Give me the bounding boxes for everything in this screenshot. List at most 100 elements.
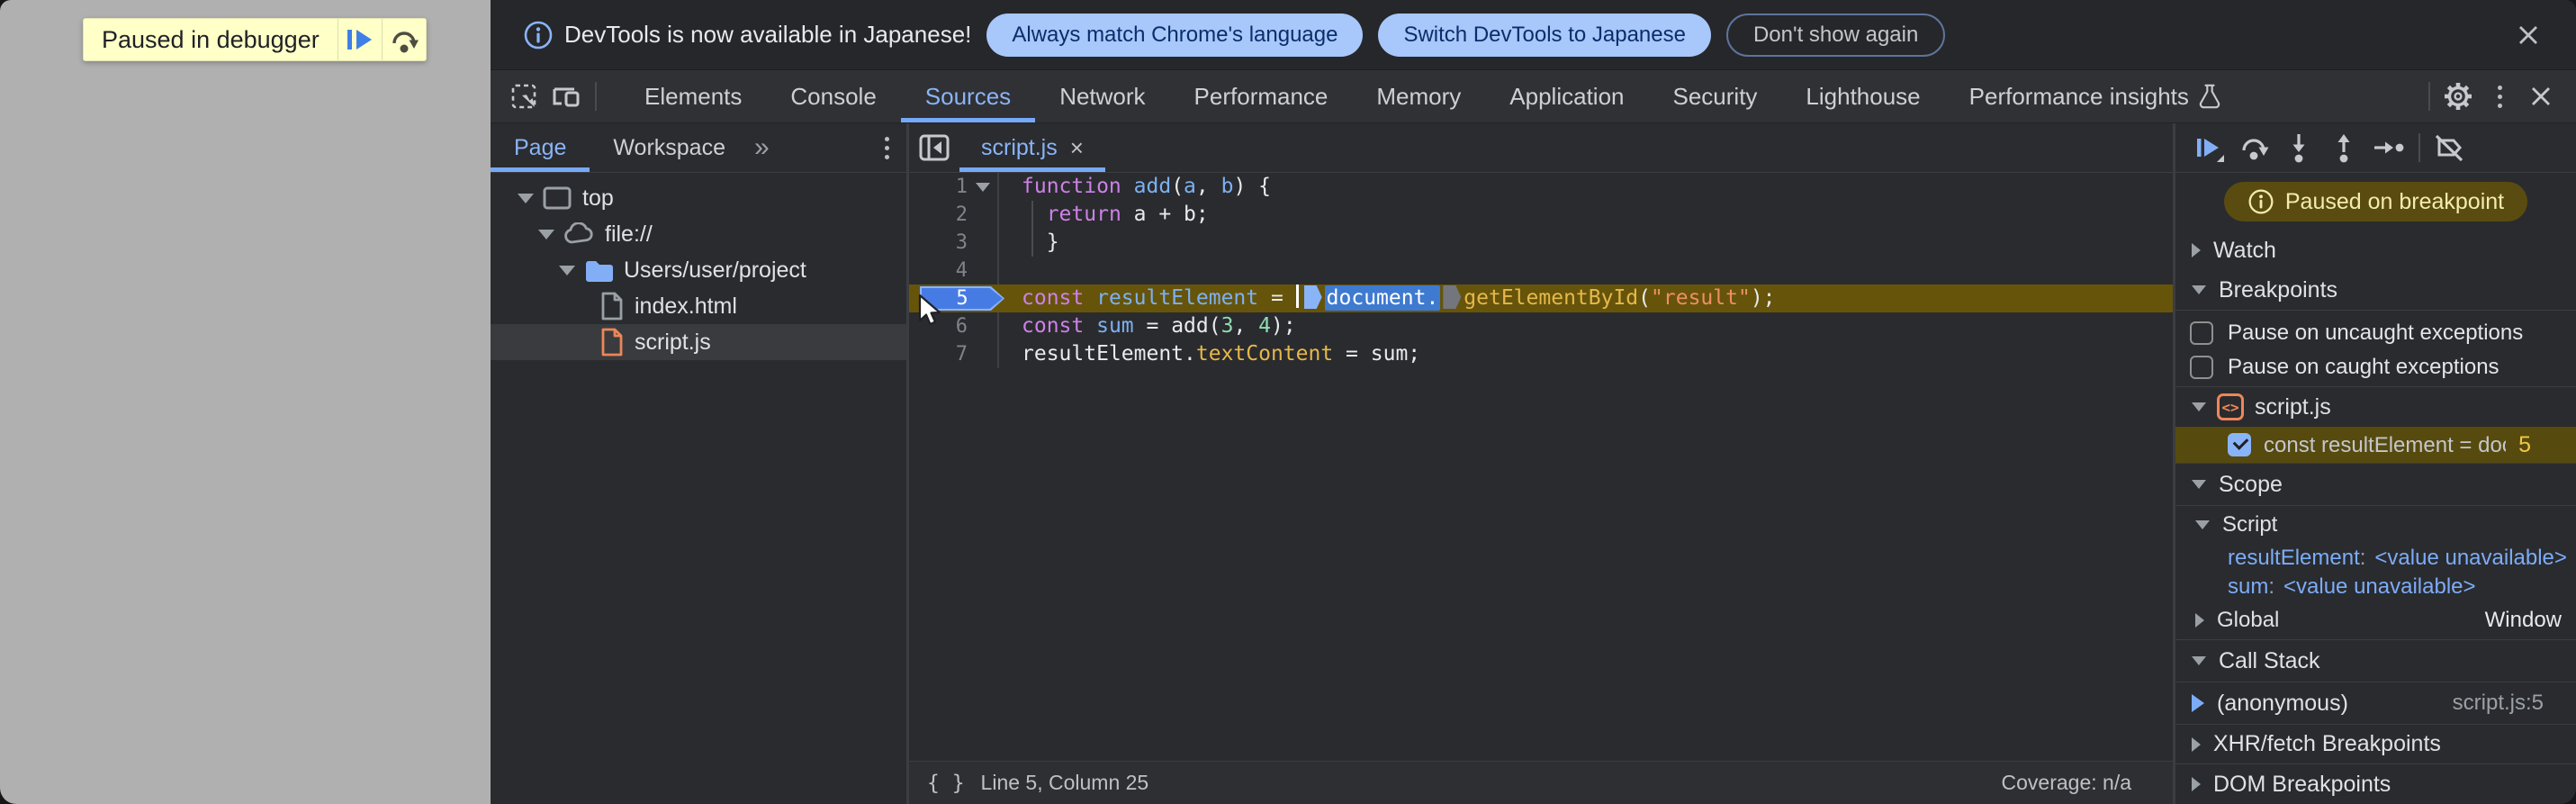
pause-caught-exceptions-row[interactable]: Pause on caught exceptions <box>2175 350 2576 384</box>
expand-arrow-icon[interactable] <box>538 229 554 239</box>
more-tabs-button[interactable]: » <box>749 123 775 172</box>
tab-memory[interactable]: Memory <box>1352 70 1485 122</box>
collapse-arrow-icon <box>2195 520 2210 529</box>
editor-tab-script-js[interactable]: script.js × <box>959 123 1105 172</box>
breakpoint-checkbox[interactable] <box>2228 433 2251 456</box>
notification-bar: DevTools is now available in Japanese! A… <box>491 0 2576 70</box>
expand-arrow-icon[interactable] <box>559 265 575 276</box>
code-line-7[interactable]: 7 resultElement.textContent = sum; <box>909 340 2173 368</box>
tree-item-file-protocol[interactable]: file:// <box>491 216 906 252</box>
editor-tab-bar: script.js × <box>909 123 2173 173</box>
collapse-arrow-icon <box>2192 736 2201 752</box>
dont-show-again-button[interactable]: Don't show again <box>1725 13 1946 57</box>
tree-item-project-folder[interactable]: Users/user/project <box>491 252 906 288</box>
collapse-arrow-icon <box>2192 777 2201 791</box>
debugger-sidebar: Paused on breakpoint Watch Breakpoints P… <box>2175 123 2576 804</box>
code-line-1[interactable]: 1 function add(a, b) { <box>909 173 2173 201</box>
step-over-button[interactable] <box>2235 129 2273 167</box>
deactivate-breakpoints-icon <box>2435 134 2463 162</box>
tab-security[interactable]: Security <box>1649 70 1782 122</box>
navigator-menu-button[interactable] <box>867 123 906 172</box>
section-xhr-breakpoints[interactable]: XHR/fetch Breakpoints <box>2175 725 2576 763</box>
code-line-6[interactable]: 6 const sum = add(3, 4); <box>909 312 2173 340</box>
toolbar-divider <box>2418 133 2420 162</box>
navigator-tab-workspace[interactable]: Workspace <box>590 123 749 172</box>
section-breakpoints[interactable]: Breakpoints <box>2175 270 2576 310</box>
inspect-element-button[interactable] <box>505 76 546 117</box>
always-match-language-button[interactable]: Always match Chrome's language <box>986 13 1364 57</box>
code-line-2[interactable]: 2 return a + b; <box>909 201 2173 229</box>
code-line-3[interactable]: 3 } <box>909 229 2173 257</box>
step-into-icon <box>2292 134 2305 163</box>
toolbar-divider <box>595 82 597 111</box>
paused-in-debugger-banner: Paused in debugger <box>83 18 427 61</box>
breakpoint-entry[interactable]: const resultElement = doc⋯ 5 <box>2175 427 2576 463</box>
resume-script-button[interactable] <box>2190 129 2228 167</box>
toggle-device-toolbar-button[interactable] <box>546 76 588 117</box>
pause-uncaught-exceptions-row[interactable]: Pause on uncaught exceptions <box>2175 316 2576 350</box>
collapse-arrow-icon <box>2195 613 2204 628</box>
expand-arrow-icon[interactable] <box>518 193 534 203</box>
pause-uncaught-checkbox[interactable] <box>2190 321 2213 345</box>
scope-var-resultelement[interactable]: resultElement: <value unavailable> <box>2175 544 2576 573</box>
section-dom-breakpoints[interactable]: DOM Breakpoints <box>2175 764 2576 804</box>
fold-arrow-icon[interactable] <box>968 173 999 201</box>
collapse-arrow-icon <box>2192 656 2206 665</box>
main-toolbar: Elements Console Sources Network Perform… <box>491 70 2576 123</box>
tree-item-script-js[interactable]: script.js <box>491 324 906 360</box>
tab-sources[interactable]: Sources <box>900 70 1036 122</box>
file-icon <box>600 292 624 321</box>
section-call-stack[interactable]: Call Stack <box>2175 640 2576 682</box>
paused-on-breakpoint-status: Paused on breakpoint <box>2223 182 2528 221</box>
scope-var-sum[interactable]: sum: <value unavailable> <box>2175 573 2576 601</box>
tree-item-index-html[interactable]: index.html <box>491 288 906 324</box>
breakpoint-group-script-js[interactable]: <> script.js <box>2175 387 2576 427</box>
tab-performance[interactable]: Performance <box>1170 70 1353 122</box>
step-into-button[interactable] <box>2280 129 2318 167</box>
scope-script-group[interactable]: Script <box>2175 506 2576 544</box>
step-out-button[interactable] <box>2325 129 2363 167</box>
active-frame-arrow-icon <box>2192 694 2204 712</box>
collapse-arrow-icon <box>2192 480 2206 489</box>
resume-script-button[interactable] <box>337 19 382 60</box>
navigator-tab-page[interactable]: Page <box>491 123 590 172</box>
info-icon <box>2248 189 2274 214</box>
close-icon <box>2532 87 2550 105</box>
switch-devtools-japanese-button[interactable]: Switch DevTools to Japanese <box>1378 13 1711 57</box>
devtools-menu-button[interactable] <box>2479 76 2520 117</box>
code-line-5-paused[interactable]: 5 const resultElement = document.getElem… <box>909 285 2173 326</box>
tab-lighthouse[interactable]: Lighthouse <box>1781 70 1944 122</box>
section-watch[interactable]: Watch <box>2175 230 2576 270</box>
resume-icon <box>347 30 372 50</box>
step-over-button[interactable] <box>381 19 426 60</box>
tab-performance-insights[interactable]: Performance insights <box>1945 70 2246 122</box>
step-button[interactable] <box>2370 129 2408 167</box>
tab-application[interactable]: Application <box>1485 70 1648 122</box>
main-tab-strip: Elements Console Sources Network Perform… <box>620 70 2246 122</box>
cloud-icon <box>563 222 594 246</box>
tab-elements[interactable]: Elements <box>620 70 766 122</box>
pretty-print-icon[interactable]: { } <box>927 772 965 795</box>
paused-in-debugger-label: Paused in debugger <box>102 25 320 53</box>
navigator-pane: Page Workspace » top file:// Users/user/… <box>491 123 906 804</box>
code-line-4[interactable]: 4 <box>909 257 2173 285</box>
frame-location: script.js:5 <box>2452 691 2544 715</box>
settings-gear-button[interactable] <box>2437 76 2479 117</box>
pause-caught-checkbox[interactable] <box>2190 356 2213 379</box>
frame-icon <box>543 185 572 211</box>
cursor-position: Line 5, Column 25 <box>980 771 1149 794</box>
section-scope[interactable]: Scope <box>2175 464 2576 505</box>
tree-item-top[interactable]: top <box>491 180 906 216</box>
tab-network[interactable]: Network <box>1035 70 1169 122</box>
hide-navigator-button[interactable] <box>909 123 959 172</box>
global-scope-value: Window <box>2484 608 2562 632</box>
deactivate-breakpoints-button[interactable] <box>2431 129 2469 167</box>
scope-global-group[interactable]: Global Window <box>2175 601 2576 639</box>
tab-close-icon[interactable]: × <box>1070 134 1084 162</box>
devtools-close-button[interactable] <box>2520 76 2562 117</box>
step-out-icon <box>2337 134 2350 163</box>
code-editor[interactable]: 1 function add(a, b) { 2 return a + b; 3… <box>909 173 2173 761</box>
tab-console[interactable]: Console <box>766 70 900 122</box>
notification-close-button[interactable] <box>2508 14 2549 56</box>
call-stack-frame-anonymous[interactable]: (anonymous) script.js:5 <box>2175 682 2576 724</box>
